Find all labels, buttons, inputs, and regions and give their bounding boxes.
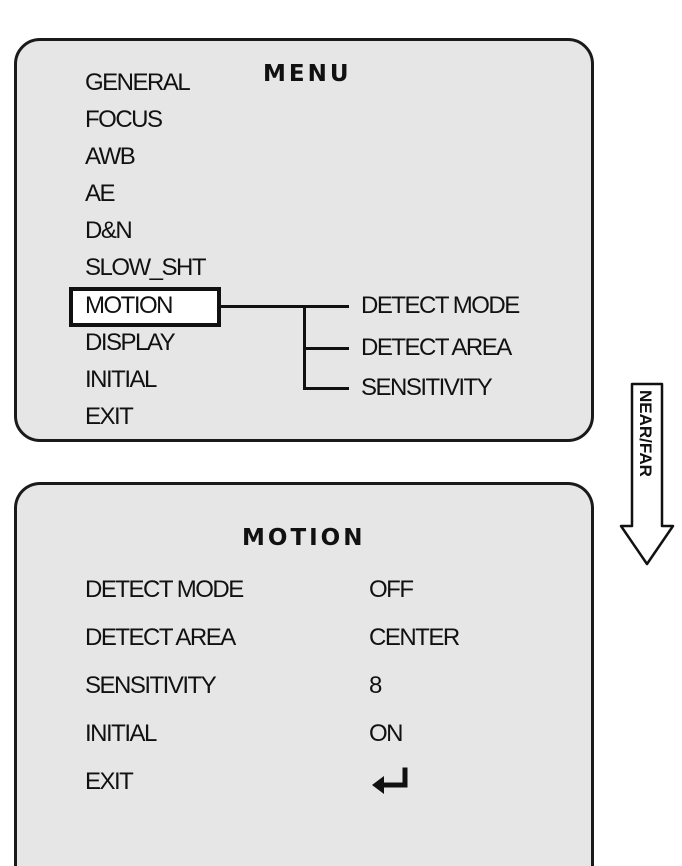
motion-label-sensitivity[interactable]: SENSITIVITY [85, 674, 217, 698]
motion-value-detect-mode[interactable]: OFF [369, 578, 414, 602]
menu-item-focus[interactable]: FOCUS [85, 108, 163, 132]
menu-item-awb[interactable]: AWB [85, 145, 136, 169]
submenu-detect-area: DETECT AREA [361, 334, 512, 361]
motion-value-initial[interactable]: ON [369, 722, 404, 746]
menu-item-slow-sht[interactable]: SLOW_SHT [85, 256, 207, 280]
motion-label-initial[interactable]: INITIAL [85, 722, 157, 746]
menu-item-display[interactable]: DISPLAY [85, 331, 176, 355]
menu-panel: MENU GENERAL FOCUS AWB AE D&N SLOW_SHT M… [14, 38, 594, 442]
menu-item-motion[interactable]: MOTION [85, 294, 174, 318]
motion-panel: MOTION DETECT MODE OFF DETECT AREA CENTE… [14, 482, 594, 866]
motion-title: MOTION [242, 525, 366, 551]
motion-label-exit[interactable]: EXIT [85, 770, 134, 794]
motion-value-detect-area[interactable]: CENTER [369, 626, 460, 650]
menu-title: MENU [263, 61, 352, 87]
submenu-detect-mode: DETECT MODE [361, 292, 520, 319]
connector-branch-mode [303, 305, 349, 308]
connector-branch-sensitivity [303, 387, 349, 390]
menu-item-ae[interactable]: AE [85, 182, 116, 206]
motion-value-sensitivity[interactable]: 8 [369, 674, 382, 698]
motion-label-detect-mode[interactable]: DETECT MODE [85, 578, 244, 602]
return-arrow-icon[interactable] [369, 767, 415, 797]
menu-item-exit[interactable]: EXIT [85, 405, 134, 429]
submenu-sensitivity: SENSITIVITY [361, 374, 493, 401]
menu-item-initial[interactable]: INITIAL [85, 368, 157, 392]
menu-item-general[interactable]: GENERAL [85, 71, 191, 95]
down-arrow-icon: NEAR/FAR [619, 382, 675, 566]
near-far-label: NEAR/FAR [636, 390, 655, 477]
menu-item-dn[interactable]: D&N [85, 219, 133, 243]
connector-branch-area [303, 347, 349, 350]
motion-label-detect-area[interactable]: DETECT AREA [85, 626, 236, 650]
